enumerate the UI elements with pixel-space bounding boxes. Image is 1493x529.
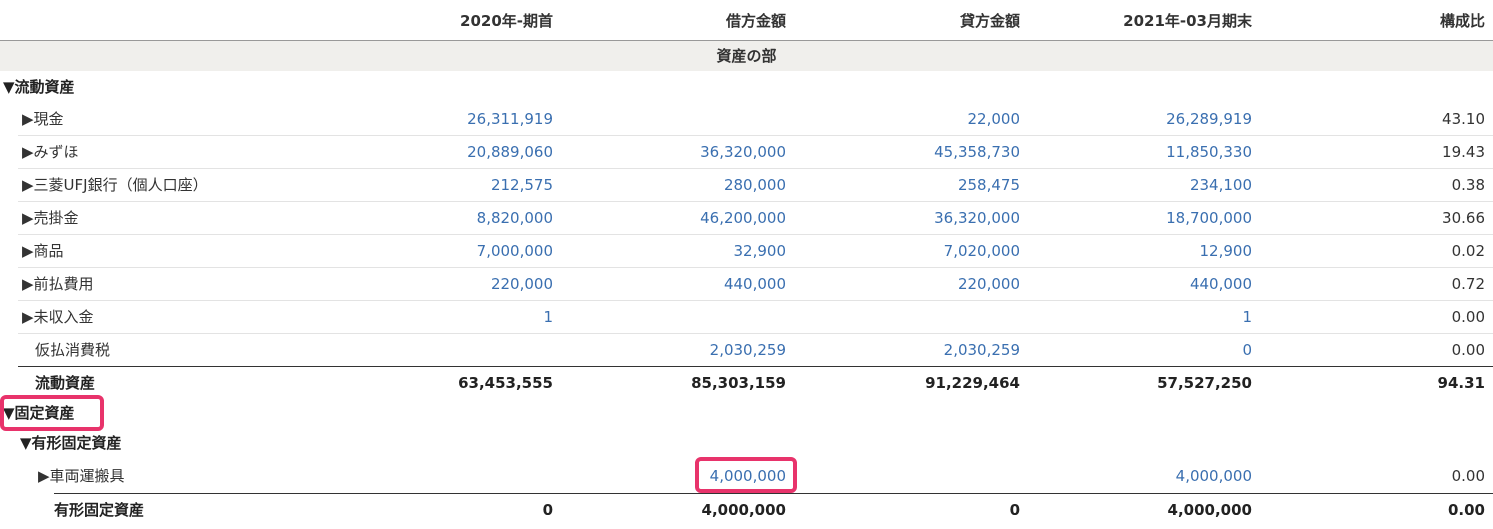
table-row: ▶現金 26,311,919 22,000 26,289,919 43.10	[18, 103, 1493, 136]
cell-closing[interactable]: 11,850,330	[1032, 136, 1252, 168]
account-goods[interactable]: ▶商品	[22, 235, 64, 267]
cell-closing[interactable]: 4,000,000	[1032, 460, 1252, 492]
tangible-assets-total-row: 有形固定資産 0 4,000,000 0 4,000,000 0.00	[54, 493, 1493, 526]
highlight-box-fixed-assets	[0, 395, 104, 431]
table-row: ▶商品 7,000,000 32,900 7,020,000 12,900 0.…	[18, 235, 1493, 268]
cell-debit[interactable]: 280,000	[566, 169, 786, 201]
total-ratio: 94.31	[1437, 374, 1485, 392]
account-prepaid[interactable]: ▶前払費用	[22, 268, 94, 300]
highlight-box-vehicle-debit	[695, 457, 797, 493]
cell-credit[interactable]: 220,000	[800, 268, 1020, 300]
cell-credit[interactable]: 36,320,000	[800, 202, 1020, 234]
cell-credit[interactable]: 7,020,000	[800, 235, 1020, 267]
cell-debit[interactable]: 440,000	[566, 268, 786, 300]
cell-credit[interactable]: 22,000	[800, 103, 1021, 135]
cell-opening[interactable]: 20,889,060	[333, 136, 553, 168]
cell-credit[interactable]: 2,030,259	[800, 334, 1020, 366]
cell-closing[interactable]: 234,100	[1032, 169, 1252, 201]
total-label: 有形固定資産	[54, 501, 145, 519]
account-provisional-tax: 仮払消費税	[35, 341, 111, 359]
tangible-assets-heading-row[interactable]: ▼有形固定資産	[18, 427, 1493, 459]
cell-ratio: 0.00	[1451, 467, 1485, 485]
current-assets-total-row: 流動資産 63,453,555 85,303,159 91,229,464 57…	[18, 366, 1493, 399]
cell-opening[interactable]: 212,575	[333, 169, 553, 201]
cell-opening[interactable]: 8,820,000	[333, 202, 553, 234]
table-header: 2020年-期首 借方金額 貸方金額 2021年-03月期末 構成比	[0, 0, 1493, 41]
col-ratio: 構成比	[1439, 12, 1485, 30]
total-closing: 57,527,250	[1157, 374, 1252, 392]
col-debit: 借方金額	[725, 12, 786, 30]
total-opening: 0	[542, 501, 553, 519]
cell-opening[interactable]: 220,000	[333, 268, 553, 300]
cell-debit[interactable]: 36,320,000	[566, 136, 786, 168]
cell-closing[interactable]: 12,900	[1032, 235, 1253, 267]
table-row: ▶未収入金 1 1 0.00	[18, 301, 1493, 334]
cell-opening[interactable]: 26,311,919	[333, 103, 553, 135]
table-row: 仮払消費税 2,030,259 2,030,259 0 0.00	[18, 334, 1493, 366]
cell-ratio: 43.10	[1442, 110, 1485, 128]
table-row: ▶前払費用 220,000 440,000 220,000 440,000 0.…	[18, 268, 1493, 301]
cell-opening[interactable]: 7,000,000	[333, 235, 553, 267]
total-opening: 63,453,555	[458, 374, 553, 392]
cell-debit[interactable]: 32,900	[566, 235, 787, 267]
total-credit: 91,229,464	[925, 374, 1020, 392]
cell-ratio: 0.72	[1451, 275, 1485, 293]
cell-closing[interactable]: 440,000	[1032, 268, 1252, 300]
account-receivable[interactable]: ▶売掛金	[22, 202, 79, 234]
cell-ratio: 0.38	[1451, 176, 1485, 194]
current-assets-heading[interactable]: ▼流動資産	[3, 71, 75, 103]
total-debit: 4,000,000	[701, 501, 786, 519]
account-other-receivable[interactable]: ▶未収入金	[22, 301, 94, 333]
col-closing: 2021年-03月期末	[1123, 12, 1252, 30]
total-debit: 85,303,159	[691, 374, 786, 392]
cell-credit[interactable]: 258,475	[800, 169, 1020, 201]
total-ratio: 0.00	[1447, 501, 1485, 519]
table-row: ▶売掛金 8,820,000 46,200,000 36,320,000 18,…	[18, 202, 1493, 235]
cell-closing[interactable]: 0	[1032, 334, 1252, 366]
total-credit: 0	[1009, 501, 1020, 519]
account-mufg[interactable]: ▶三菱UFJ銀行（個人口座）	[22, 169, 208, 201]
account-vehicles[interactable]: ▶車両運搬具	[38, 460, 125, 492]
cell-ratio: 0.00	[1451, 308, 1485, 326]
section-title: 資産の部	[0, 41, 1493, 71]
cell-debit[interactable]: 2,030,259	[566, 334, 786, 366]
fixed-assets-heading-row[interactable]: ▼固定資産	[0, 397, 1493, 429]
cell-closing[interactable]: 18,700,000	[1032, 202, 1252, 234]
cell-debit[interactable]: 46,200,000	[566, 202, 786, 234]
cell-ratio: 19.43	[1442, 143, 1485, 161]
account-mizuho[interactable]: ▶みずほ	[22, 136, 79, 168]
cell-ratio: 0.02	[1451, 242, 1485, 260]
account-cash[interactable]: ▶現金	[22, 103, 64, 135]
cell-credit[interactable]: 45,358,730	[800, 136, 1020, 168]
tangible-assets-heading[interactable]: ▼有形固定資産	[20, 427, 122, 459]
table-row: ▶三菱UFJ銀行（個人口座） 212,575 280,000 258,475 2…	[18, 169, 1493, 202]
col-credit: 貸方金額	[959, 12, 1020, 30]
cell-opening[interactable]: 1	[333, 301, 553, 333]
col-opening: 2020年-期首	[460, 12, 553, 30]
table-row: ▶みずほ 20,889,060 36,320,000 45,358,730 11…	[18, 136, 1493, 169]
cell-closing[interactable]: 26,289,919	[1032, 103, 1252, 135]
cell-ratio: 0.00	[1451, 341, 1485, 359]
cell-ratio: 30.66	[1442, 209, 1485, 227]
total-closing: 4,000,000	[1167, 501, 1252, 519]
current-assets-heading-row[interactable]: ▼流動資産	[0, 71, 1493, 103]
cell-closing[interactable]: 1	[1032, 301, 1252, 333]
